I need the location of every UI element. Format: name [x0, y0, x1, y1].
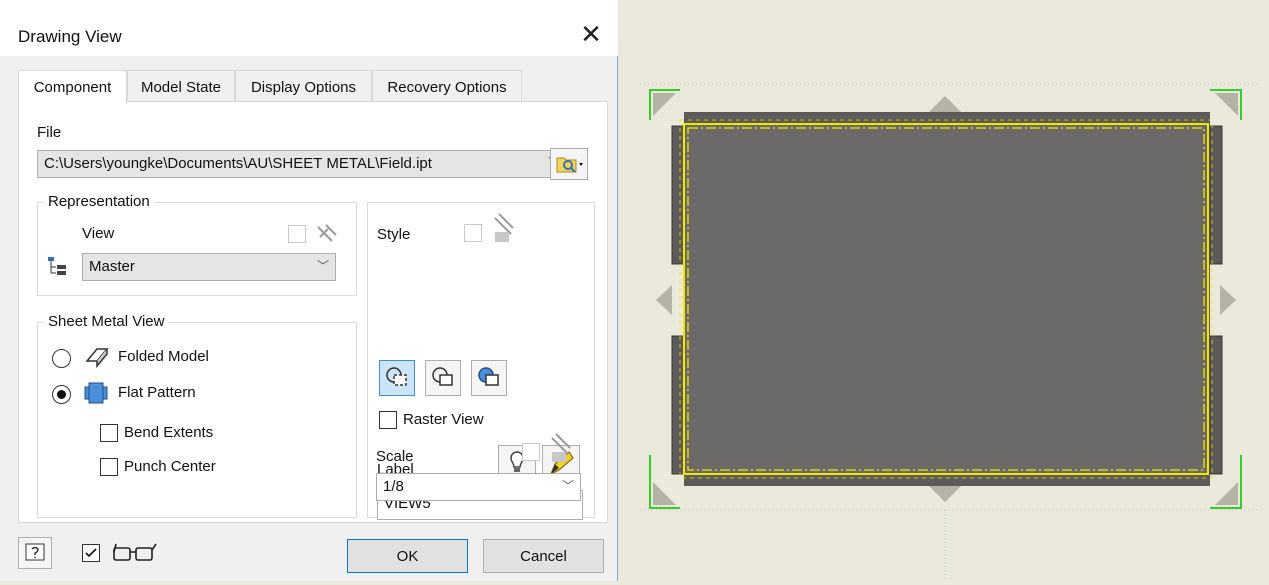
browse-folder-icon — [556, 157, 583, 173]
punch-center-label: Punch Center — [124, 458, 216, 475]
flat-pattern-icon — [84, 382, 108, 404]
sheet-metal-view-group: Sheet Metal View Folded Model Flat Patte… — [37, 313, 357, 518]
file-label: File — [37, 124, 62, 141]
bend-extents-label: Bend Extents — [124, 424, 214, 441]
folded-model-label: Folded Model — [118, 348, 209, 365]
folded-model-radio[interactable] — [52, 349, 71, 368]
link-chain-icon — [317, 224, 337, 242]
tree-icon — [48, 257, 66, 275]
flat-pattern-radio[interactable] — [52, 385, 71, 404]
tab-recovery-options[interactable]: Recovery Options — [372, 70, 522, 102]
representation-view-value: Master — [89, 258, 135, 275]
preview-checkbox[interactable] — [82, 544, 100, 562]
flat-pattern-label: Flat Pattern — [118, 384, 196, 401]
scale-link-checkbox[interactable] — [522, 443, 540, 461]
bend-extents-checkbox[interactable] — [100, 424, 118, 442]
browse-button[interactable] — [550, 148, 588, 180]
visible-line-icon — [432, 367, 453, 386]
style-label: Style — [377, 226, 411, 243]
representation-view-select[interactable]: Master ﹀ — [82, 253, 336, 281]
tab-model-state[interactable]: Model State — [127, 70, 235, 102]
glasses-icon — [113, 543, 157, 561]
representation-legend: Representation — [44, 193, 154, 210]
drawing-canvas[interactable] — [619, 0, 1269, 581]
shaded-style-button[interactable] — [471, 360, 507, 396]
hidden-line-style-button[interactable] — [379, 360, 415, 396]
component-panel: File C:\Users\youngke\Documents\AU\SHEET… — [18, 101, 608, 523]
tab-display-options[interactable]: Display Options — [235, 70, 372, 102]
scale-link-icon — [551, 433, 571, 462]
flat-pattern-part[interactable] — [671, 112, 1223, 486]
representation-group: Representation View Master ﹀ — [37, 193, 357, 296]
representation-link-checkbox[interactable] — [288, 225, 306, 243]
chevron-down-icon: ﹀ — [561, 479, 574, 493]
ok-button[interactable]: OK — [347, 539, 468, 573]
checkmark-icon — [85, 548, 97, 558]
hidden-line-icon — [386, 367, 407, 386]
help-button[interactable] — [18, 537, 52, 569]
drawing-view-preview — [640, 83, 1260, 581]
title-bar: Drawing View ✕ — [0, 0, 618, 56]
chevron-down-icon: ﹀ — [316, 259, 329, 273]
file-path-value: C:\Users\youngke\Documents\AU\SHEET META… — [44, 155, 432, 172]
file-path-select[interactable]: C:\Users\youngke\Documents\AU\SHEET META… — [37, 150, 567, 178]
raster-view-label: Raster View — [403, 411, 484, 428]
punch-center-checkbox[interactable] — [100, 458, 118, 476]
dialog-title: Drawing View — [18, 27, 122, 46]
scale-select[interactable]: 1/8 ﹀ — [376, 473, 581, 501]
sheet-metal-legend: Sheet Metal View — [44, 313, 169, 330]
close-icon[interactable]: ✕ — [576, 20, 606, 50]
tab-component[interactable]: Component — [18, 70, 127, 104]
style-link-icon — [494, 213, 514, 242]
visible-line-style-button[interactable] — [425, 360, 461, 396]
view-label: View — [82, 225, 115, 242]
scale-label: Scale — [376, 448, 414, 465]
shaded-icon — [478, 367, 499, 386]
style-link-checkbox[interactable] — [464, 224, 482, 242]
raster-view-checkbox[interactable] — [379, 411, 397, 429]
cancel-button[interactable]: Cancel — [483, 539, 604, 573]
folded-model-icon — [85, 348, 109, 369]
scale-value: 1/8 — [383, 478, 404, 495]
drawing-view-dialog: Drawing View ✕ Component Model State Dis… — [0, 0, 618, 581]
question-help-icon — [25, 543, 45, 561]
